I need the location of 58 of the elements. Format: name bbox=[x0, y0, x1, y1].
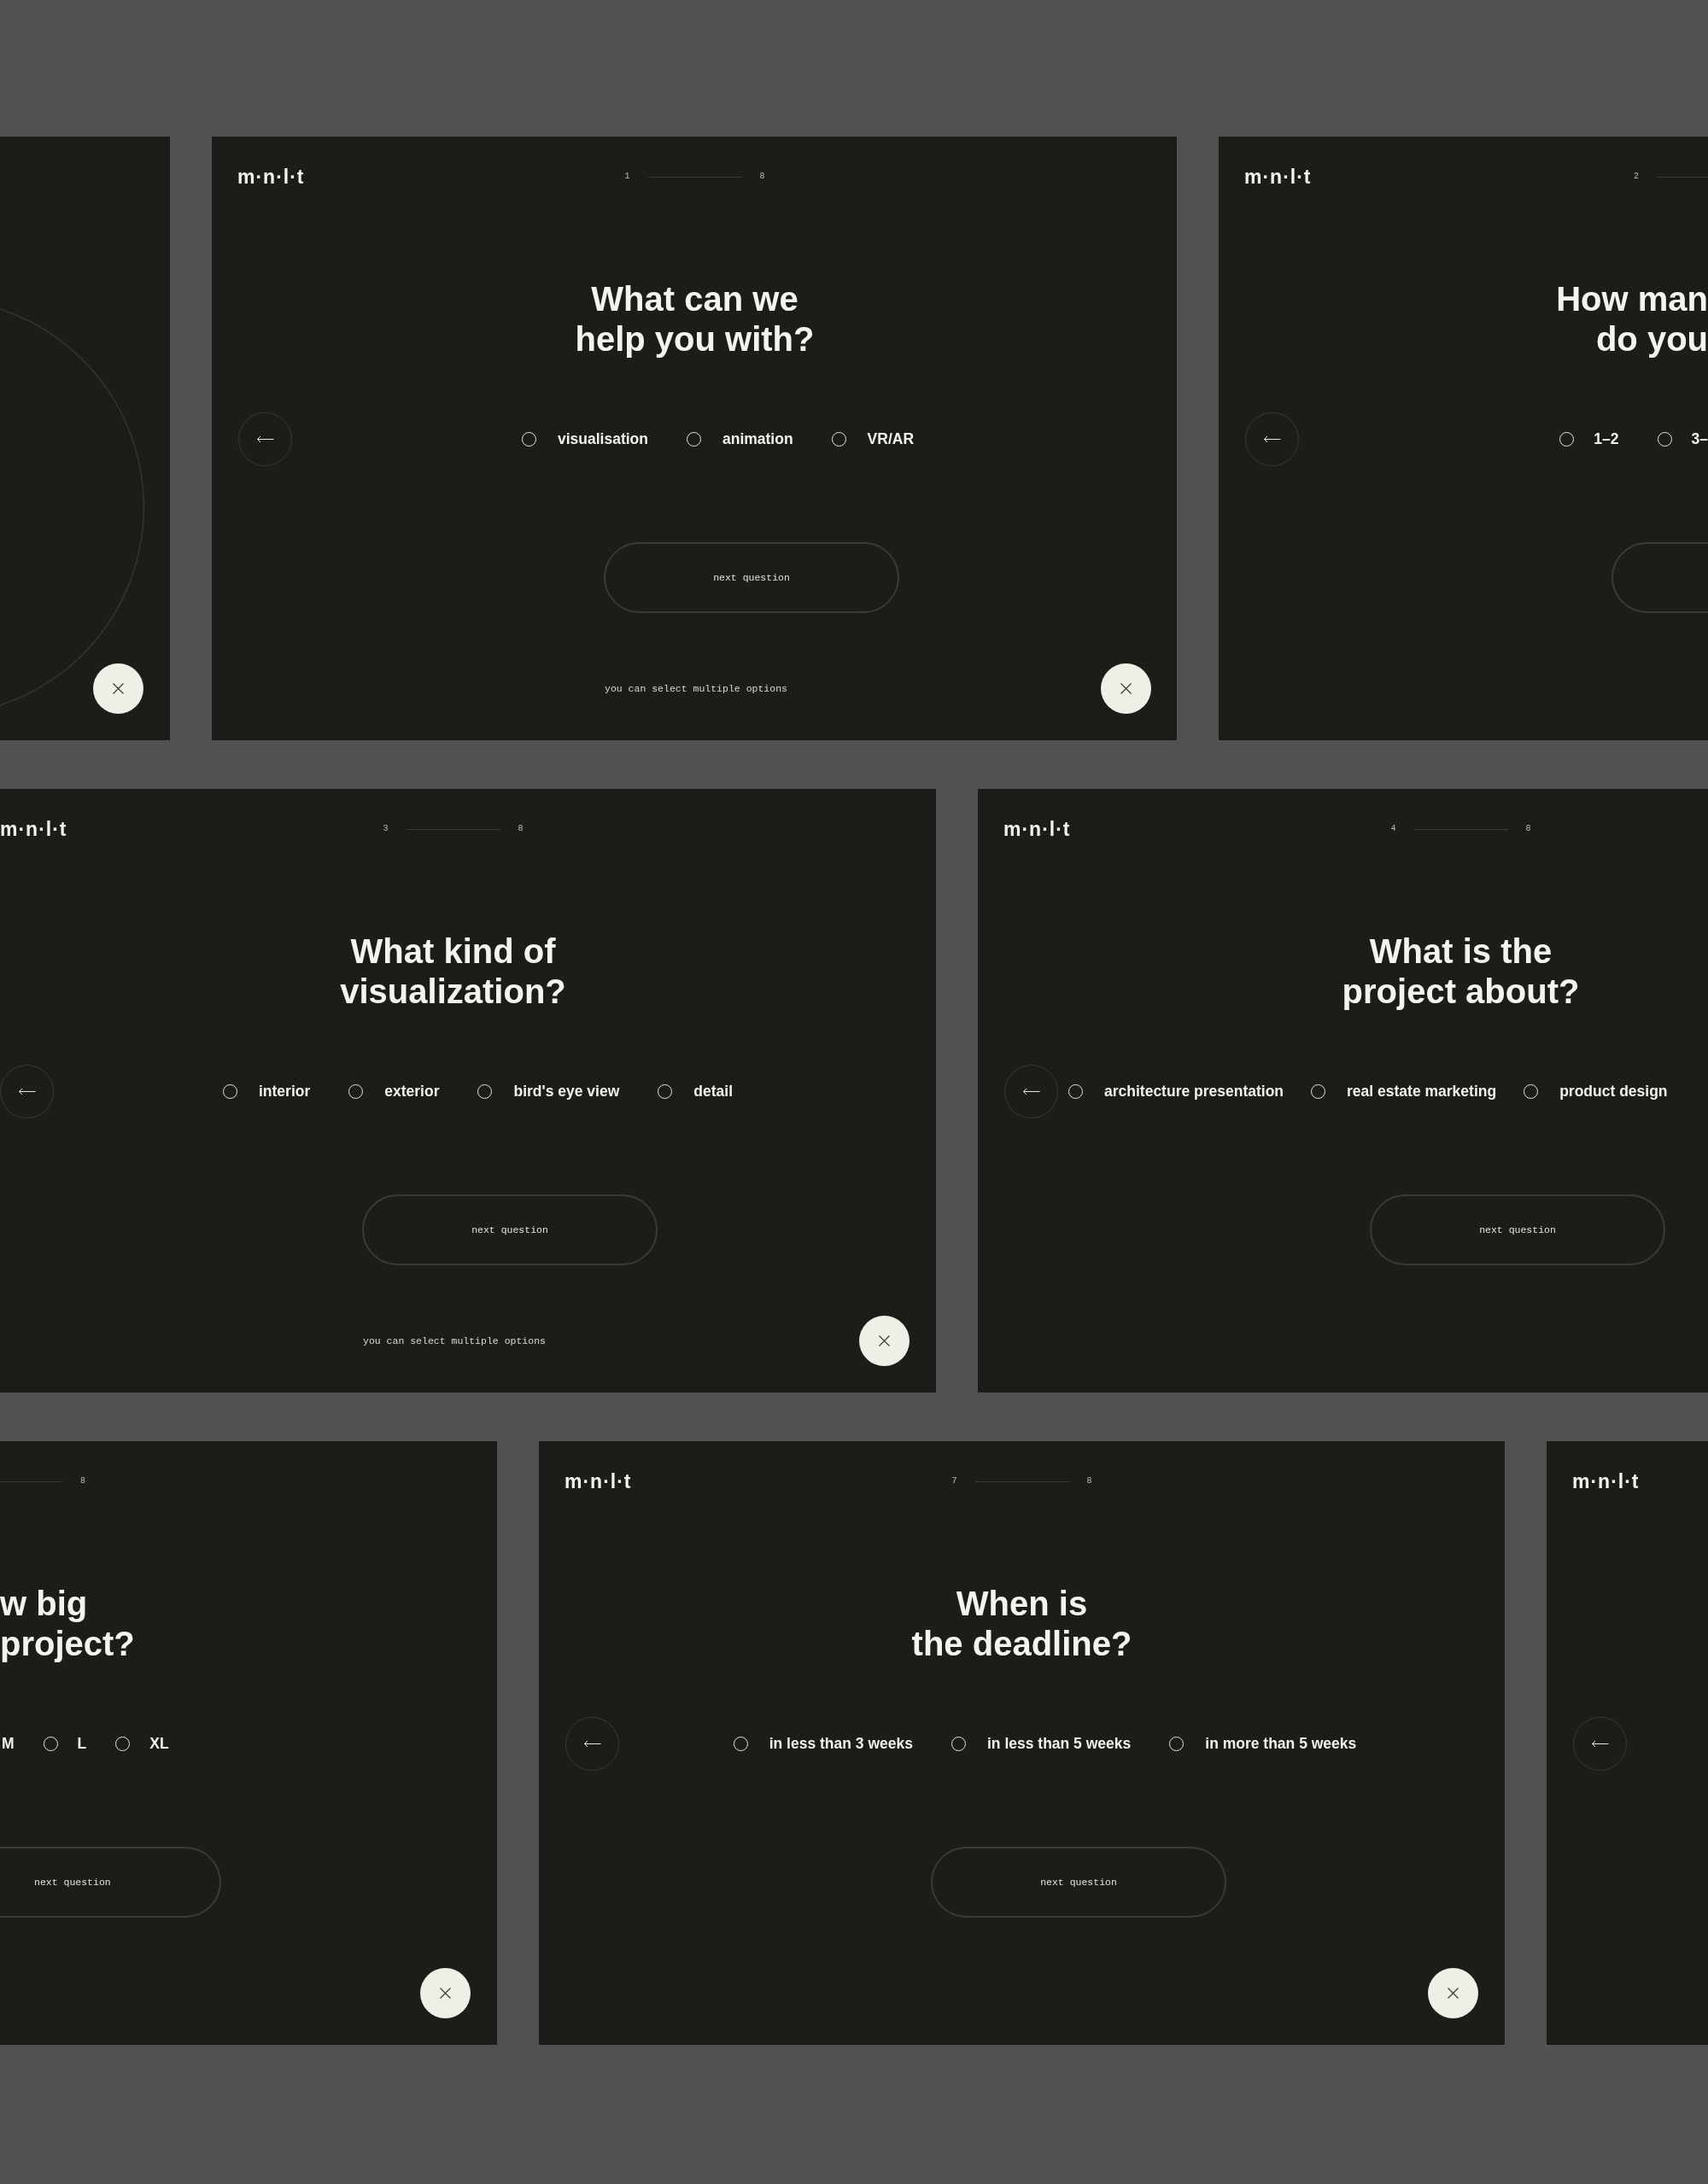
close-icon bbox=[113, 683, 124, 694]
answer-option[interactable]: architecture presentation bbox=[1068, 1083, 1284, 1101]
next-question-button[interactable]: next question bbox=[0, 1847, 221, 1918]
answer-option[interactable]: detail bbox=[658, 1083, 733, 1101]
next-question-button[interactable]: next question bbox=[362, 1194, 658, 1265]
logo: m·n·l·t bbox=[1572, 1471, 1640, 1492]
next-question-button[interactable]: next question bbox=[931, 1847, 1226, 1918]
total-steps: 8 bbox=[1086, 1476, 1092, 1486]
left-arrow-icon bbox=[583, 1740, 601, 1748]
left-arrow-icon bbox=[1263, 435, 1281, 443]
total-steps: 8 bbox=[1525, 824, 1531, 834]
question-title: How man do you bbox=[1555, 279, 1708, 359]
question-title: What kind of visualization? bbox=[339, 931, 567, 1012]
answer-option[interactable]: interior bbox=[223, 1083, 311, 1101]
close-icon bbox=[879, 1335, 890, 1346]
answer-option[interactable]: VR/AR bbox=[831, 430, 915, 448]
answer-option[interactable]: in less than 5 weeks bbox=[951, 1735, 1132, 1753]
total-steps: 8 bbox=[80, 1476, 85, 1486]
total-steps: 8 bbox=[518, 824, 524, 834]
next-question-button[interactable]: next question bbox=[604, 542, 899, 613]
answer-option[interactable]: 1–2 bbox=[1559, 430, 1619, 448]
answer-option[interactable]: bird's eye view bbox=[477, 1083, 620, 1101]
answer-option[interactable]: visualisation bbox=[521, 430, 648, 448]
left-arrow-icon bbox=[18, 1088, 36, 1095]
question-title: What is the project about? bbox=[1341, 931, 1581, 1012]
answer-option[interactable]: animation bbox=[686, 430, 793, 448]
current-step: 1 bbox=[624, 172, 630, 182]
question-title: w big project? bbox=[0, 1584, 136, 1664]
left-arrow-icon bbox=[256, 435, 274, 443]
answer-option[interactable]: L bbox=[43, 1735, 87, 1753]
logo: m·n·l·t bbox=[1003, 819, 1071, 839]
current-step: 7 bbox=[951, 1476, 957, 1486]
logo: m·n·l·t bbox=[237, 166, 305, 187]
logo: m·n·l·t bbox=[564, 1471, 632, 1492]
current-step: 4 bbox=[1390, 824, 1396, 834]
close-icon bbox=[1448, 1988, 1459, 1999]
question-title: When is the deadline? bbox=[910, 1584, 1133, 1664]
left-arrow-icon bbox=[1591, 1740, 1609, 1748]
current-step: 2 bbox=[1634, 172, 1639, 182]
next-question-button[interactable]: next question bbox=[1370, 1194, 1665, 1265]
total-steps: 8 bbox=[759, 172, 765, 182]
answer-option[interactable]: M bbox=[2, 1735, 15, 1753]
logo: m·n·l·t bbox=[1244, 166, 1312, 187]
answer-option[interactable]: real estate marketing bbox=[1311, 1083, 1497, 1101]
answer-option[interactable]: exterior bbox=[348, 1083, 440, 1101]
current-step: 3 bbox=[383, 824, 389, 834]
answer-option[interactable]: in more than 5 weeks bbox=[1169, 1735, 1357, 1753]
answer-option[interactable]: 3– bbox=[1657, 430, 1708, 448]
answer-option[interactable]: product design bbox=[1524, 1083, 1668, 1101]
hint-text: you can select multiple options bbox=[363, 1335, 546, 1346]
question-title: What can we help you with? bbox=[574, 279, 816, 359]
close-icon bbox=[440, 1988, 451, 1999]
answer-option[interactable]: XL bbox=[115, 1735, 169, 1753]
close-icon bbox=[1120, 683, 1132, 694]
left-arrow-icon bbox=[1022, 1088, 1040, 1095]
answer-option[interactable]: in less than 3 weeks bbox=[733, 1735, 913, 1753]
hint-text: you can select multiple options bbox=[605, 683, 787, 694]
logo: m·n·l·t bbox=[0, 819, 67, 839]
